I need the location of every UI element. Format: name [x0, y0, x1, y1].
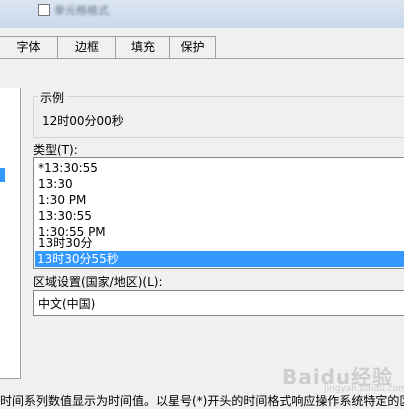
sample-label: 示例 [38, 89, 67, 106]
type-item[interactable]: *13:30:55 [36, 160, 98, 176]
tab-fill[interactable]: 填充 [115, 36, 171, 58]
type-item[interactable]: 13:30 [36, 176, 73, 192]
category-selected-marker [0, 168, 5, 182]
dialog-title: 单元格格式 [54, 4, 109, 17]
dialog-title-bar: 单元格格式 [0, 0, 404, 29]
type-item[interactable]: 1:30 PM [36, 192, 86, 208]
app-icon [38, 4, 50, 16]
type-listbox[interactable]: *13:30:55 13:30 1:30 PM 13:30:55 1:30:55… [33, 157, 404, 269]
type-item[interactable]: 13:30:55 [36, 208, 92, 224]
sample-value: 12时00分00秒 [42, 114, 124, 128]
locale-label: 区域设置(国家/地区)(L): [33, 275, 163, 289]
type-item-selected[interactable]: 13时30分55秒 [35, 251, 404, 267]
tab-font[interactable]: 字体 [0, 36, 58, 58]
tab-protection[interactable]: 保护 [169, 36, 216, 58]
watermark-url: jingyan.baidu.com [324, 384, 404, 394]
type-label: 类型(T): [33, 143, 78, 157]
format-description: 时间系列数值显示为时间值。以星号(*)开头的时间格式响应操作系统特定的区 [0, 394, 404, 408]
locale-value: 中文(中国) [38, 297, 96, 311]
tab-strip: 字体 边框 填充 保护 [0, 28, 404, 59]
type-item[interactable]: 13时30分 [36, 235, 93, 251]
tab-border[interactable]: 边框 [57, 36, 117, 58]
locale-select[interactable]: 中文(中国) [33, 290, 404, 316]
category-list[interactable] [0, 88, 21, 379]
